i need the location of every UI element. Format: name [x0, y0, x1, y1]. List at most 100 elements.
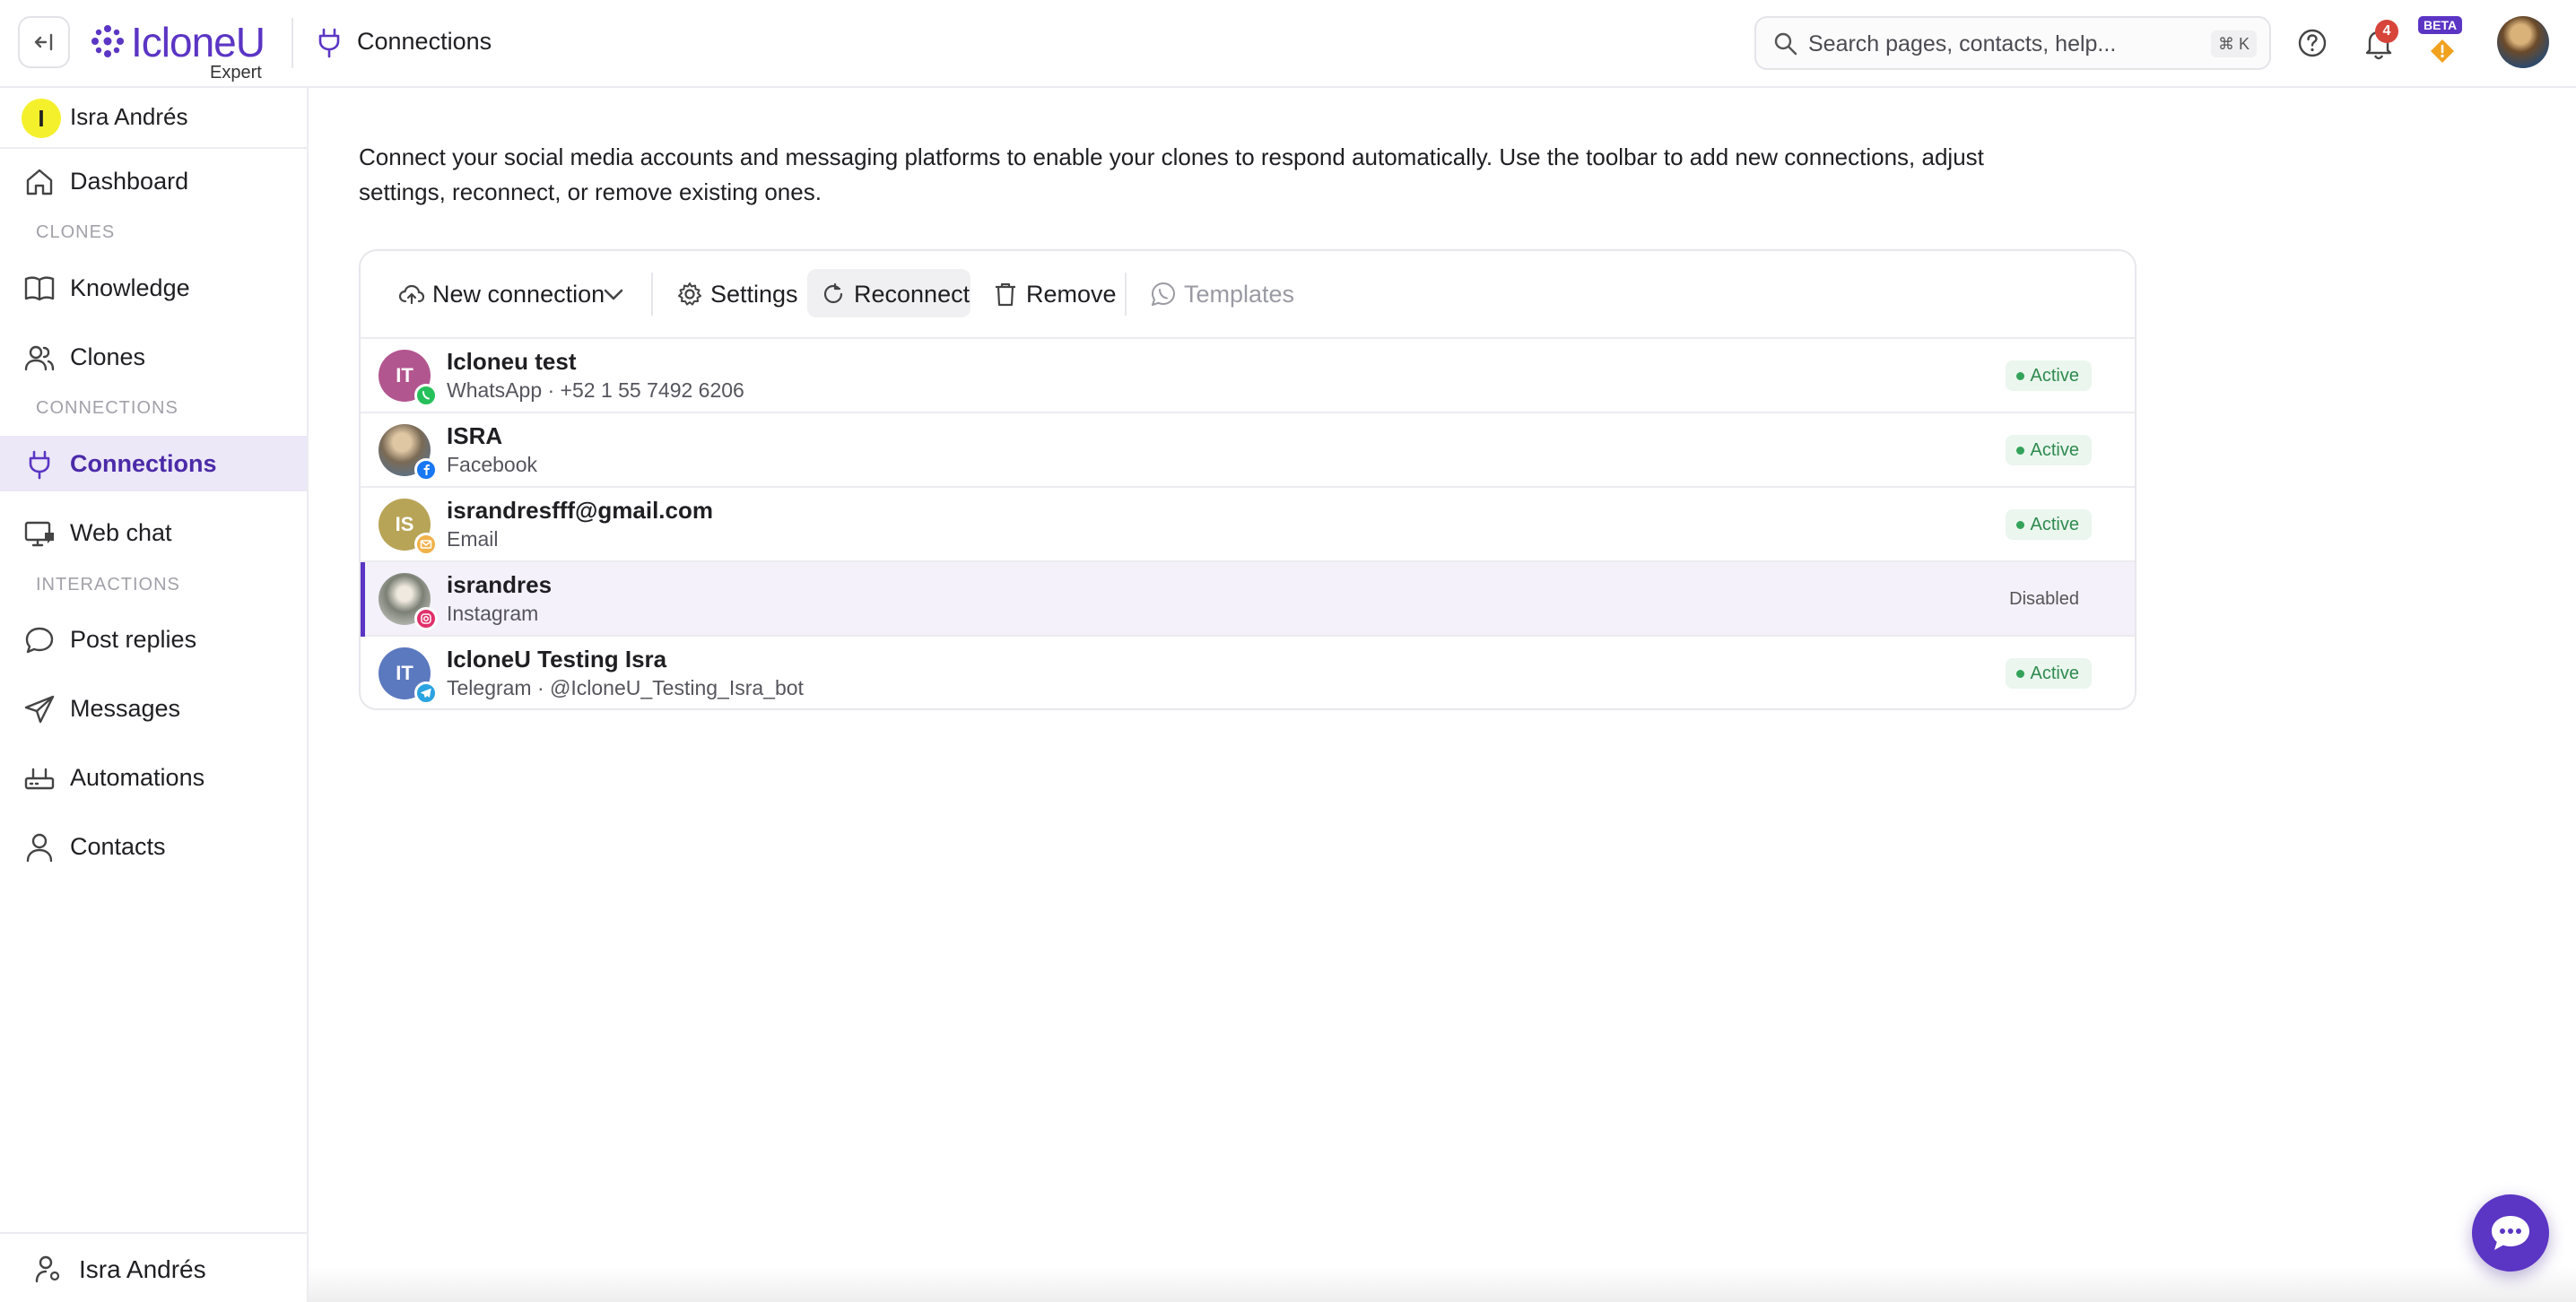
remove-label: Remove [1026, 281, 1117, 308]
user-avatar[interactable] [2497, 16, 2549, 68]
facebook-badge-icon [414, 458, 438, 482]
router-icon [24, 768, 55, 790]
reconnect-label: Reconnect [854, 281, 970, 308]
status-badge: Active [2005, 360, 2092, 391]
reconnect-button[interactable]: Reconnect [807, 269, 970, 317]
connection-row[interactable]: ISRA Facebook Active [361, 413, 2135, 488]
bottom-fade [309, 1266, 2576, 1302]
templates-button[interactable]: Templates [1137, 269, 1299, 317]
comment-icon [25, 627, 54, 654]
connection-row[interactable]: IT IcloneU Testing Isra Telegram · @Iclo… [361, 637, 2135, 708]
status-badge: Active [2005, 435, 2092, 465]
instagram-badge-icon [414, 607, 438, 630]
sidebar-item-label: Dashboard [70, 168, 189, 195]
settings-label: Settings [710, 281, 798, 308]
sidebar-item-knowledge[interactable]: Knowledge [0, 260, 307, 316]
connection-detail: Facebook [447, 453, 538, 476]
sidebar-item-automations[interactable]: Automations [0, 750, 307, 805]
account-name: Isra Andrés [79, 1255, 206, 1283]
send-icon [24, 695, 55, 724]
connections-panel: New connection Settings Reconnect Remove… [359, 249, 2137, 710]
brand-subtitle: Expert [210, 63, 262, 82]
cloud-upload-icon [398, 284, 425, 305]
help-icon[interactable] [2296, 27, 2328, 59]
sidebar: I Isra Andrés Dashboard CLONES Knowledge… [0, 88, 309, 1302]
search-shortcut: ⌘ K [2210, 30, 2257, 57]
settings-button[interactable]: Settings [664, 269, 798, 317]
profile-initial: I [22, 99, 61, 138]
sidebar-item-label: Automations [70, 764, 205, 791]
sidebar-item-contacts[interactable]: Contacts [0, 819, 307, 874]
connections-toolbar: New connection Settings Reconnect Remove… [361, 251, 2135, 339]
sidebar-item-web-chat[interactable]: Web chat [0, 505, 307, 560]
new-connection-label: New connection [432, 281, 605, 308]
whatsapp-icon [1152, 282, 1175, 306]
page-description: Connect your social media accounts and m… [359, 143, 1984, 205]
gear-icon [678, 282, 701, 306]
sidebar-item-clones[interactable]: Clones [0, 329, 307, 385]
user-icon [26, 833, 53, 863]
account-menu[interactable]: Isra Andrés [0, 1232, 307, 1302]
plug-icon [29, 450, 50, 480]
collapse-left-icon [34, 33, 53, 51]
user-settings-icon [35, 1255, 60, 1283]
support-chat-button[interactable] [2472, 1194, 2549, 1272]
email-badge-icon [414, 533, 438, 556]
collapse-sidebar-button[interactable] [18, 16, 70, 68]
connection-name: ISRA [447, 422, 503, 449]
toolbar-separator [651, 273, 653, 316]
connection-name: Icloneu test [447, 348, 577, 375]
nav-section-clones: CLONES [36, 222, 116, 242]
notification-count-badge: 4 [2375, 20, 2398, 43]
book-icon [24, 276, 55, 301]
toolbar-separator [1125, 273, 1127, 316]
connection-row[interactable]: IS israndresfff@gmail.com Email Active [361, 488, 2135, 562]
search-icon [1774, 32, 1797, 56]
status-badge: Disabled [2009, 589, 2079, 609]
page-title: Connections [357, 28, 492, 55]
workspace-profile[interactable]: I Isra Andrés [0, 88, 307, 149]
status-badge: Active [2005, 509, 2092, 540]
remove-button[interactable]: Remove [979, 269, 1118, 317]
sidebar-item-label: Clones [70, 343, 146, 370]
sidebar-item-label: Web chat [70, 519, 172, 546]
chevron-down-icon [604, 289, 623, 300]
plug-icon [318, 28, 340, 58]
chat-bubble-icon [2492, 1216, 2529, 1250]
new-connection-button[interactable]: New connection [386, 269, 637, 317]
sidebar-item-label: Contacts [70, 833, 166, 860]
templates-label: Templates [1184, 281, 1295, 308]
telegram-badge-icon [414, 681, 438, 705]
connection-row[interactable]: IT Icloneu test WhatsApp · +52 1 55 7492… [361, 339, 2135, 413]
sidebar-item-label: Post replies [70, 626, 197, 653]
connection-detail: WhatsApp · +52 1 55 7492 6206 [447, 378, 744, 402]
monitor-chat-icon [24, 521, 54, 547]
sidebar-item-label: Messages [70, 695, 181, 722]
connection-detail: Telegram · @IcloneU_Testing_Isra_bot [447, 676, 804, 699]
beta-badge: BETA [2418, 16, 2463, 34]
connection-name: israndresfff@gmail.com [447, 497, 713, 524]
sidebar-item-label: Connections [70, 450, 217, 477]
header-divider [292, 18, 293, 68]
whatsapp-badge-icon [414, 384, 438, 407]
brand-name: IcloneU [131, 19, 265, 65]
global-search[interactable]: ⌘ K [1754, 16, 2271, 70]
sidebar-item-dashboard[interactable]: Dashboard [0, 153, 307, 209]
connection-row[interactable]: israndres Instagram Disabled [361, 562, 2135, 637]
trash-icon [996, 282, 1015, 307]
home-icon [26, 169, 53, 195]
nav-section-connections: CONNECTIONS [36, 398, 178, 418]
sidebar-item-messages[interactable]: Messages [0, 681, 307, 736]
profile-name: Isra Andrés [70, 103, 188, 130]
sidebar-item-post-replies[interactable]: Post replies [0, 612, 307, 667]
connection-detail: Email [447, 527, 499, 551]
connection-name: IcloneU Testing Isra [447, 646, 667, 673]
warning-diamond-icon[interactable] [2429, 38, 2456, 65]
top-header: IcloneU Expert Connections ⌘ K 4 BETA [0, 0, 2576, 88]
sidebar-item-connections[interactable]: Connections [0, 436, 307, 491]
nav-section-interactions: INTERACTIONS [36, 575, 180, 595]
connection-name: israndres [447, 571, 553, 598]
brand-mark-icon [91, 25, 124, 57]
search-input[interactable] [1808, 27, 2185, 61]
refresh-icon [823, 282, 843, 304]
